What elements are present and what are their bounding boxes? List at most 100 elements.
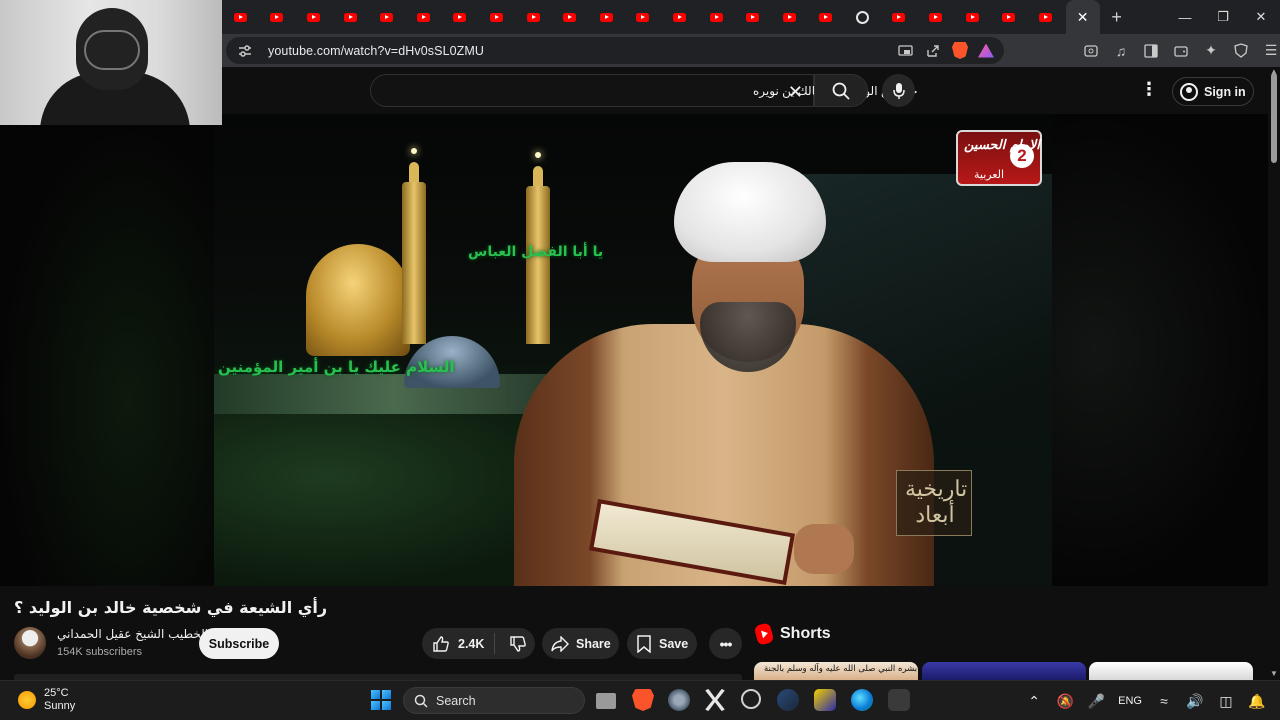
browser-tab[interactable] bbox=[734, 0, 771, 34]
youtube-favicon-icon bbox=[233, 12, 247, 22]
browser-tab[interactable] bbox=[844, 0, 881, 34]
sidebar-icon[interactable] bbox=[1142, 42, 1160, 60]
browser-tab[interactable] bbox=[881, 0, 918, 34]
scroll-down-icon[interactable]: ▼ bbox=[1270, 669, 1278, 678]
search-button[interactable] bbox=[814, 74, 868, 107]
speaker-hand bbox=[794, 524, 854, 574]
wifi-icon[interactable]: ≈ bbox=[1155, 692, 1173, 710]
channel-name[interactable]: الخطيب الشيخ عقيل الحمداني bbox=[57, 627, 208, 641]
brave-shields-icon[interactable]: 99+ bbox=[952, 42, 968, 59]
browser-menu-icon[interactable]: ☰ bbox=[1262, 42, 1280, 60]
video-frame[interactable]: السلام عليك يا بن أمير المؤمنين يا أبا ا… bbox=[214, 114, 1052, 586]
browser-tab[interactable] bbox=[332, 0, 369, 34]
youtube-favicon-icon bbox=[489, 12, 503, 22]
notification-bell-icon[interactable]: 🔔 bbox=[1248, 692, 1266, 710]
rewards-badge: 1 bbox=[989, 43, 994, 49]
sign-in-button[interactable]: Sign in bbox=[1172, 77, 1254, 106]
subscribe-button[interactable]: Subscribe bbox=[199, 628, 279, 659]
screenshot-icon[interactable] bbox=[1082, 42, 1100, 60]
subscriber-count: 154K subscribers bbox=[57, 646, 142, 658]
youtube-favicon-icon bbox=[892, 12, 906, 22]
share-button[interactable]: Share bbox=[542, 628, 619, 659]
browser-tab[interactable] bbox=[917, 0, 954, 34]
scrollbar-thumb[interactable] bbox=[1271, 73, 1277, 163]
kleopatra-icon[interactable] bbox=[814, 689, 836, 711]
bookmark-icon bbox=[637, 634, 651, 653]
voice-search-button[interactable] bbox=[882, 74, 915, 107]
windows-start-icon[interactable] bbox=[371, 690, 391, 710]
short-thumbnail-3[interactable] bbox=[1089, 662, 1253, 680]
browser-tab[interactable] bbox=[551, 0, 588, 34]
page-scrollbar[interactable]: ▲ ▼ bbox=[1268, 67, 1280, 680]
youtube-favicon-icon bbox=[306, 12, 320, 22]
browser-tab[interactable] bbox=[625, 0, 662, 34]
volume-icon[interactable]: 🔊 bbox=[1186, 692, 1204, 710]
chatgpt-icon[interactable] bbox=[741, 689, 761, 709]
site-settings-icon[interactable] bbox=[236, 42, 254, 60]
channel-avatar[interactable] bbox=[14, 627, 46, 659]
browser-tab[interactable] bbox=[990, 0, 1027, 34]
browser-tab[interactable] bbox=[295, 0, 332, 34]
language-indicator[interactable]: ENG bbox=[1118, 695, 1142, 707]
short-thumbnail-1[interactable]: بشره النبي صلى الله عليه وآله وسلم بالجن… bbox=[754, 662, 918, 680]
browser-tab[interactable] bbox=[405, 0, 442, 34]
restore-icon[interactable]: ❐ bbox=[1204, 0, 1242, 34]
video-player[interactable]: السلام عليك يا بن أمير المؤمنين يا أبا ا… bbox=[0, 114, 1268, 586]
browser-tab[interactable] bbox=[1027, 0, 1064, 34]
browser-tab[interactable] bbox=[222, 0, 259, 34]
clear-search-icon[interactable]: ✕ bbox=[788, 82, 803, 103]
steam-icon[interactable] bbox=[777, 689, 799, 711]
search-input[interactable]: خالد بن الوليد، قتل مالك بن نويره ✕ bbox=[370, 74, 918, 107]
notifications-muted-icon[interactable]: 🔕 bbox=[1056, 692, 1074, 710]
task-view-icon[interactable] bbox=[596, 693, 616, 709]
media-music-icon[interactable]: ♫ bbox=[1112, 42, 1130, 60]
brave-taskbar-icon[interactable] bbox=[632, 689, 654, 711]
weather-widget[interactable]: 25°C Sunny bbox=[18, 687, 75, 713]
browser-tab[interactable] bbox=[259, 0, 296, 34]
dislike-button[interactable] bbox=[495, 635, 541, 653]
omnibox[interactable]: youtube.com/watch?v=dHv0sSL0ZMU 99+ 1 bbox=[226, 37, 1004, 64]
browser-tab[interactable] bbox=[661, 0, 698, 34]
leo-ai-icon[interactable]: ✦ bbox=[1202, 42, 1220, 60]
xbox-icon[interactable] bbox=[704, 689, 726, 711]
chevron-up-icon[interactable]: ⌃ bbox=[1025, 692, 1043, 710]
save-button[interactable]: Save bbox=[627, 628, 697, 659]
browser-tab[interactable] bbox=[442, 0, 479, 34]
scene-minaret-left bbox=[402, 148, 426, 344]
browser-tab[interactable] bbox=[771, 0, 808, 34]
toolbar-icons: ♫ ✦ ☰ bbox=[1082, 42, 1280, 60]
wallet-icon[interactable] bbox=[1172, 42, 1190, 60]
youtube-favicon-icon bbox=[746, 12, 760, 22]
share-page-icon[interactable] bbox=[924, 42, 942, 60]
taskbar-search[interactable]: Search bbox=[403, 687, 585, 714]
vpn-shield-icon[interactable] bbox=[1232, 42, 1250, 60]
show-logo-text: تاريخية أبعاد bbox=[905, 477, 968, 528]
speaker-turban bbox=[674, 162, 826, 262]
more-actions-button[interactable]: ••• bbox=[709, 628, 742, 659]
browser-tab[interactable] bbox=[698, 0, 735, 34]
browser-tab[interactable] bbox=[954, 0, 991, 34]
microphone-tray-icon[interactable]: 🎤 bbox=[1087, 692, 1105, 710]
youtube-favicon-icon bbox=[343, 12, 357, 22]
minimize-icon[interactable]: — bbox=[1166, 0, 1204, 34]
browser-tab[interactable] bbox=[588, 0, 625, 34]
url-text[interactable]: youtube.com/watch?v=dHv0sSL0ZMU bbox=[268, 44, 484, 58]
close-window-icon[interactable]: ✕ bbox=[1242, 0, 1280, 34]
new-tab-button[interactable]: + bbox=[1102, 7, 1132, 28]
battery-icon[interactable]: ◫ bbox=[1217, 692, 1235, 710]
browser-tab[interactable] bbox=[368, 0, 405, 34]
window-controls: — ❐ ✕ bbox=[1166, 0, 1280, 34]
settings-gear-icon[interactable] bbox=[668, 689, 690, 711]
like-button[interactable]: 2.4K bbox=[422, 633, 496, 654]
pinned-app-icon[interactable] bbox=[888, 689, 910, 711]
brave-rewards-icon[interactable]: 1 bbox=[978, 43, 994, 58]
edge-icon[interactable] bbox=[851, 689, 873, 711]
short-thumbnail-2[interactable] bbox=[922, 662, 1086, 680]
settings-kebab-icon[interactable]: ⋮ bbox=[1140, 79, 1158, 100]
youtube-favicon-icon bbox=[563, 12, 577, 22]
cast-icon[interactable] bbox=[896, 42, 914, 60]
browser-tab[interactable] bbox=[515, 0, 552, 34]
browser-tab[interactable] bbox=[808, 0, 845, 34]
browser-tab[interactable] bbox=[478, 0, 515, 34]
active-tab-close-icon[interactable]: ✕ bbox=[1065, 0, 1100, 34]
